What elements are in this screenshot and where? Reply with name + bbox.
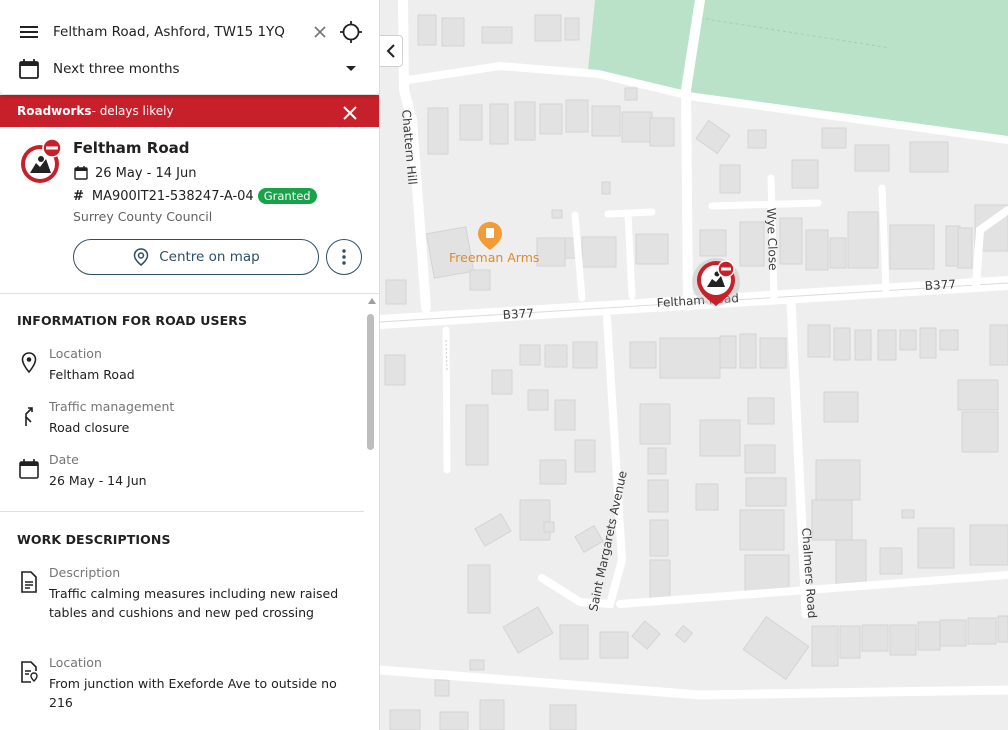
road-users-heading: INFORMATION FOR ROAD USERS	[17, 313, 248, 328]
dropdown-arrow-icon[interactable]	[339, 57, 363, 81]
label-b377-left: B377	[502, 306, 534, 322]
pint-glass-icon	[486, 228, 494, 238]
date-filter-select[interactable]: Next three months	[53, 61, 180, 77]
info-date-value: 26 May - 14 Jun	[49, 473, 147, 488]
work-title: Feltham Road	[73, 139, 190, 157]
work-dates: 26 May - 14 Jun	[73, 165, 197, 181]
location-pin-icon	[21, 352, 37, 374]
scrollbar[interactable]	[366, 298, 376, 728]
centre-on-map-label: Centre on map	[159, 249, 260, 265]
info-work-location-label: Location	[49, 655, 102, 670]
label-freeman-arms: Freeman Arms	[449, 250, 539, 265]
locate-me-icon[interactable]	[339, 20, 363, 44]
work-descriptions-heading: WORK DESCRIPTIONS	[17, 532, 171, 547]
info-traffic-value: Road closure	[49, 420, 130, 435]
alert-title: Roadworks	[17, 104, 92, 118]
centre-on-map-button[interactable]: Centre on map	[73, 239, 319, 275]
info-description-value: Traffic calming measures including new r…	[49, 586, 339, 620]
search-card: Feltham Road, Ashford, TW15 1YQ Next thr…	[0, 0, 379, 94]
roadworks-badge-icon	[21, 139, 62, 183]
info-traffic-label: Traffic management	[49, 399, 175, 414]
search-row: Feltham Road, Ashford, TW15 1YQ	[0, 14, 379, 50]
roadworks-marker[interactable]	[692, 258, 740, 306]
scrollbar-thumb[interactable]	[367, 314, 374, 450]
calendar-icon	[17, 57, 41, 81]
section-divider	[0, 511, 364, 512]
alert-subtitle: - delays likely	[91, 104, 174, 118]
work-reference-text: MA900IT21-538247-A-04	[91, 188, 254, 204]
work-authority: Surrey County Council	[73, 209, 213, 224]
label-wye-close: Wye Close	[764, 208, 780, 271]
document-icon	[21, 571, 37, 593]
info-work-location-value: From junction with Exeforde Ave to outsi…	[49, 676, 337, 710]
close-icon[interactable]	[338, 101, 362, 125]
info-location-value: Feltham Road	[49, 367, 135, 382]
info-description-label: Description	[49, 565, 121, 580]
work-detail-card: Feltham Road 26 May - 14 Jun # MA900IT21…	[0, 127, 379, 293]
sidebar-panel: Feltham Road, Ashford, TW15 1YQ Next thr…	[0, 0, 380, 730]
search-input[interactable]: Feltham Road, Ashford, TW15 1YQ	[53, 24, 285, 40]
work-dates-text: 26 May - 14 Jun	[95, 165, 197, 181]
target-icon	[133, 248, 149, 266]
menu-icon[interactable]	[17, 20, 41, 44]
more-vert-icon	[342, 249, 346, 265]
info-date-label: Date	[49, 452, 79, 467]
diversion-arrow-icon	[25, 407, 33, 426]
chevron-left-icon	[386, 44, 395, 58]
label-b377-right: B377	[924, 277, 956, 293]
more-options-button[interactable]	[326, 239, 362, 275]
info-location-label: Location	[49, 346, 102, 361]
details-scroll-area[interactable]: INFORMATION FOR ROAD USERS Location Felt…	[0, 293, 379, 730]
calendar-icon	[19, 459, 39, 479]
roadworks-alert-bar: Roadworks - delays likely	[0, 95, 379, 127]
work-reference: # MA900IT21-538247-A-04 Granted	[73, 188, 317, 204]
date-filter-row[interactable]: Next three months	[0, 52, 379, 86]
calendar-small-icon	[74, 166, 88, 180]
document-location-icon	[21, 661, 38, 683]
clear-search-icon[interactable]	[308, 20, 332, 44]
collapse-sidebar-button[interactable]	[380, 35, 403, 67]
scroll-up-arrow-icon[interactable]	[368, 298, 376, 304]
hash-icon: #	[73, 188, 84, 204]
status-badge: Granted	[257, 188, 317, 204]
